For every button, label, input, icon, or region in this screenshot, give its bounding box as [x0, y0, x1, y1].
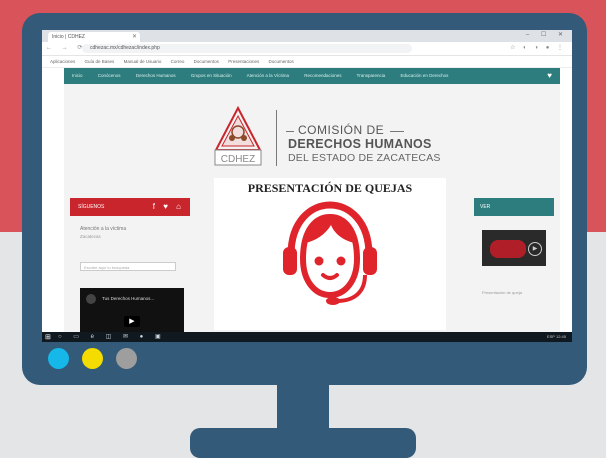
monitor-stand-base	[190, 428, 416, 458]
browser-address-bar: ← → ⟳ cdhezac.mx/cdhezac/index.php ☆ ◐ ◑…	[42, 42, 572, 56]
os-taskbar: ⊞ ○ ▭ e ◫ ✉ ● ▣ ESP 12:45	[42, 332, 572, 342]
video-thumbnail[interactable]: ▶	[482, 230, 546, 266]
bookmark-item[interactable]: Documentos	[194, 59, 219, 64]
extension-icons[interactable]: ☆ ◐ ◑ ● ⋮	[510, 44, 566, 51]
start-icon[interactable]: ⊞	[45, 333, 51, 341]
yellow-dot-icon	[82, 348, 103, 369]
bookmark-item[interactable]: Guía de Bases	[85, 59, 115, 64]
search-input[interactable]: Escribe aquí tu búsqueda	[80, 262, 176, 271]
bookmarks-bar: Aplicaciones Guía de Bases Manual de Usu…	[42, 56, 572, 68]
close-icon[interactable]: ✕	[132, 32, 137, 42]
site-nav-items: Inicio Conócenos Derechos Humanos Grupos…	[72, 68, 462, 84]
site-nav-bar: Inicio Conócenos Derechos Humanos Grupos…	[64, 68, 560, 84]
site-nav-item[interactable]: Inicio	[72, 73, 83, 78]
social-icons[interactable]: f ♥ ⌂	[153, 198, 184, 216]
bookmark-item[interactable]: Correo	[171, 59, 185, 64]
sidebar-text[interactable]: Atención a la víctima	[80, 226, 126, 232]
monitor-stand-neck	[277, 384, 329, 431]
video-panel-title: VER	[480, 204, 491, 210]
monitor-screen: Inicio | CDHEZ ✕ – ☐ ✕ ← → ⟳ cdhezac.mx/…	[42, 30, 572, 342]
thumbnail-graphic	[490, 240, 526, 258]
site-nav-item[interactable]: Derechos Humanos	[136, 73, 176, 78]
logo-text-line3: DEL ESTADO DE ZACATECAS	[288, 152, 441, 164]
logo-text-line1: COMISIÓN DE	[298, 123, 385, 137]
play-icon[interactable]: ▶	[528, 242, 542, 256]
browser-tab[interactable]: Inicio | CDHEZ ✕	[48, 32, 140, 42]
logo-rule-left	[286, 131, 294, 132]
cyan-dot-icon	[48, 348, 69, 369]
browser-tab-bar: Inicio | CDHEZ ✕ – ☐ ✕	[42, 30, 572, 42]
site-logo[interactable]: CDHEZ COMISIÓN DE DERECHOS HUMANOS DEL E…	[194, 104, 474, 184]
window-controls[interactable]: – ☐ ✕	[526, 31, 568, 38]
site-nav-item[interactable]: Educación en Derechos	[401, 73, 449, 78]
site-nav-item[interactable]: Conócenos	[98, 73, 121, 78]
bookmark-item[interactable]: Presentaciones	[228, 59, 259, 64]
complaints-popup[interactable]: PRESENTACIÓN DE QUEJAS	[214, 178, 446, 330]
navigation-icons[interactable]: ← → ⟳	[46, 44, 86, 51]
bookmark-item[interactable]: Documentos	[268, 59, 293, 64]
logo-rule-right	[390, 131, 404, 132]
logo-text-line2: DERECHOS HUMANOS	[288, 137, 432, 151]
system-tray[interactable]: ESP 12:45	[547, 332, 566, 342]
video-title: Tus Derechos Humanos...	[102, 296, 155, 301]
bookmark-item[interactable]: Manual de Usuario	[124, 59, 162, 64]
grey-dot-icon	[116, 348, 137, 369]
url-input[interactable]: cdhezac.mx/cdhezac/index.php	[82, 44, 412, 53]
social-panel-title: SÍGUENOS	[78, 204, 105, 210]
bookmark-item[interactable]: Aplicaciones	[50, 59, 75, 64]
popup-title: PRESENTACIÓN DE QUEJAS	[247, 181, 413, 195]
social-panel-header: SÍGUENOS f ♥ ⌂	[70, 198, 190, 216]
heart-icon[interactable]: ♥	[547, 71, 552, 80]
headset-agent-icon	[283, 201, 377, 305]
taskbar-icons[interactable]: ○ ▭ e ◫ ✉ ● ▣	[58, 332, 166, 342]
site-nav-item[interactable]: Atención a la Víctima	[247, 73, 289, 78]
video-panel-header: VER	[474, 198, 554, 216]
play-icon[interactable]: ▶	[124, 316, 140, 327]
logo-acronym: CDHEZ	[221, 154, 255, 165]
site-nav-item[interactable]: Recomendaciones	[304, 73, 341, 78]
browser-tab-title: Inicio | CDHEZ	[52, 34, 85, 40]
sidebar-caption: Presentación de queja	[482, 290, 522, 295]
site-nav-item[interactable]: Grupos en Situación	[191, 73, 232, 78]
sidebar-subtext: Zacatecas	[80, 234, 101, 239]
logo-divider	[276, 110, 277, 166]
cdhez-logo-icon: CDHEZ	[214, 106, 262, 166]
site-nav-item[interactable]: Transparencia	[357, 73, 386, 78]
channel-avatar	[86, 294, 96, 304]
